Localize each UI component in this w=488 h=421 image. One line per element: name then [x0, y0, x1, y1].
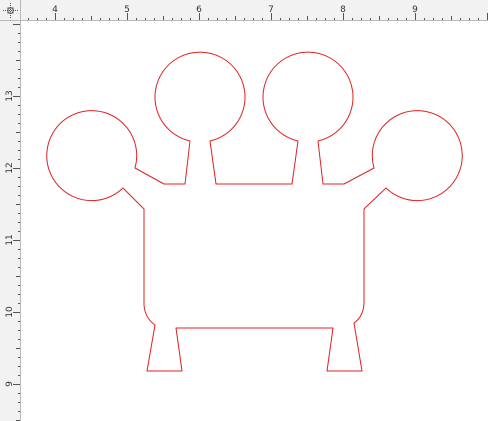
crown-outline-shape[interactable]	[21, 21, 488, 421]
drawing-canvas[interactable]	[21, 21, 488, 421]
ruler-v-label: 9	[5, 381, 15, 387]
ruler-origin-button[interactable]	[0, 0, 21, 21]
vertical-ruler[interactable]: 13 12 11 10 9	[0, 21, 21, 421]
drawing-window: 4 5 6 7 8 9 13 12 11 10 9	[0, 0, 488, 421]
ruler-h-label: 7	[268, 5, 274, 15]
ruler-h-label: 6	[196, 5, 202, 15]
ruler-v-label: 12	[5, 162, 15, 173]
ruler-h-label: 9	[412, 5, 418, 15]
ruler-origin-icon	[3, 3, 18, 18]
ruler-v-label: 10	[5, 306, 15, 318]
shape-outline	[46, 51, 463, 372]
ruler-h-label: 4	[52, 5, 58, 15]
ruler-h-label: 8	[340, 5, 346, 15]
ruler-h-label: 5	[124, 5, 130, 15]
ruler-v-label: 13	[5, 90, 15, 101]
ruler-v-label: 11	[5, 234, 15, 245]
horizontal-ruler[interactable]: 4 5 6 7 8 9	[21, 0, 488, 21]
